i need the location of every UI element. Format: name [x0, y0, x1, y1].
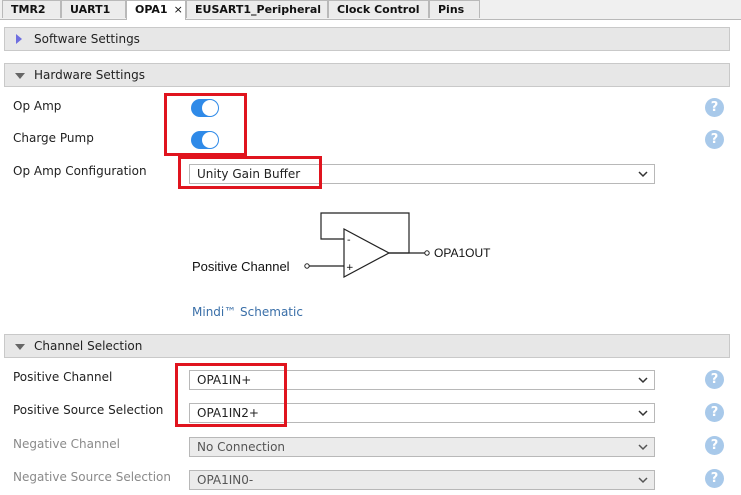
negative-channel-select: No Connection	[189, 437, 655, 457]
chevron-down-icon	[638, 444, 648, 451]
tab-bar: TMR2 UART1 OPA1 × EUSART1_Peripheral Cloc…	[0, 0, 741, 20]
section-title: Software Settings	[34, 32, 140, 46]
mindi-schematic-link[interactable]: Mindi™ Schematic	[192, 305, 303, 319]
chevron-down-icon	[638, 171, 648, 178]
tab-label: UART1	[70, 3, 111, 16]
op-amp-label: Op Amp	[13, 99, 62, 113]
positive-source-selection-label: Positive Source Selection	[13, 403, 164, 417]
tab-tmr2[interactable]: TMR2	[2, 0, 61, 18]
charge-pump-label: Charge Pump	[13, 131, 94, 145]
tab-label: Clock Control	[337, 3, 420, 16]
highlight-box	[164, 93, 247, 156]
op-amp-schematic: - + Positive Channel OPA1OUT	[192, 212, 491, 278]
output-terminal	[424, 250, 430, 256]
chevron-down-icon	[638, 477, 648, 484]
minus-sign: -	[347, 235, 351, 246]
tab-pins[interactable]: Pins	[429, 0, 480, 18]
collapse-triangle-icon	[15, 73, 25, 79]
highlight-box	[175, 363, 287, 427]
tab-label: OPA1	[135, 3, 168, 16]
help-icon[interactable]: ?	[705, 98, 724, 117]
help-icon[interactable]: ?	[705, 436, 724, 455]
tab-eusart1-peripheral[interactable]: EUSART1_Peripheral	[186, 0, 328, 18]
select-value: No Connection	[197, 440, 286, 454]
select-value: OPA1IN0-	[197, 473, 254, 487]
hardware-settings-header[interactable]: Hardware Settings	[4, 63, 730, 87]
highlight-box	[178, 156, 322, 189]
tab-label: Pins	[438, 3, 465, 16]
tab-opa1[interactable]: OPA1 ×	[126, 0, 186, 20]
chevron-down-icon	[638, 410, 648, 417]
negative-source-selection-select: OPA1IN0-	[189, 470, 655, 490]
tab-clock-control[interactable]: Clock Control	[328, 0, 429, 18]
tab-label: TMR2	[11, 3, 46, 16]
help-icon[interactable]: ?	[705, 469, 724, 488]
close-icon[interactable]: ×	[174, 3, 183, 16]
input-terminal	[304, 263, 310, 269]
section-title: Channel Selection	[34, 339, 143, 353]
plus-sign: +	[346, 263, 354, 273]
expand-triangle-icon	[16, 34, 22, 44]
channel-selection-header[interactable]: Channel Selection	[4, 334, 730, 358]
positive-channel-caption: Positive Channel	[192, 259, 290, 274]
chevron-down-icon	[638, 377, 648, 384]
help-icon[interactable]: ?	[705, 403, 724, 422]
tab-label: EUSART1_Peripheral	[195, 3, 322, 16]
software-settings-header[interactable]: Software Settings	[4, 27, 730, 51]
output-caption: OPA1OUT	[434, 246, 491, 260]
negative-source-selection-label: Negative Source Selection	[13, 470, 171, 484]
help-icon[interactable]: ?	[705, 370, 724, 389]
positive-channel-label: Positive Channel	[13, 370, 113, 384]
section-title: Hardware Settings	[34, 68, 145, 82]
collapse-triangle-icon	[15, 344, 25, 350]
help-icon[interactable]: ?	[705, 130, 724, 149]
tab-uart1[interactable]: UART1	[61, 0, 126, 18]
negative-channel-label: Negative Channel	[13, 437, 120, 451]
op-amp-configuration-label: Op Amp Configuration	[13, 164, 147, 178]
